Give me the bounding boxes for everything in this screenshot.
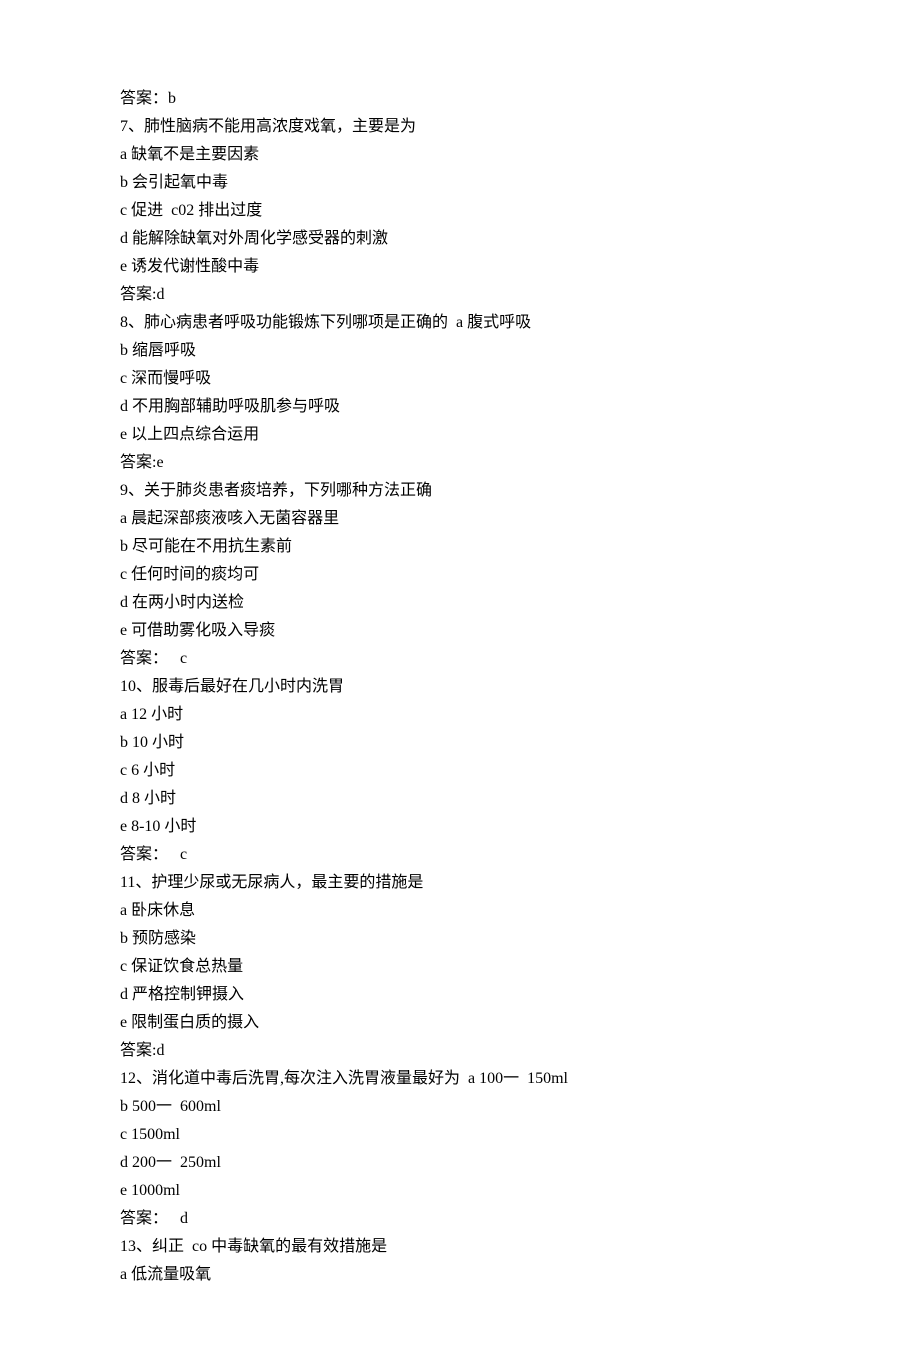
text-line: c 保证饮食总热量: [120, 953, 800, 981]
text-line: b 500一 600ml: [120, 1093, 800, 1121]
text-line: 答案:d: [120, 1037, 800, 1065]
text-line: d 在两小时内送检: [120, 589, 800, 617]
text-line: a 缺氧不是主要因素: [120, 141, 800, 169]
text-line: a 12 小时: [120, 701, 800, 729]
text-line: b 会引起氧中毒: [120, 169, 800, 197]
text-line: 12、消化道中毒后洗胃,每次注入洗胃液量最好为 a 100一 150ml: [120, 1065, 800, 1093]
text-line: d 不用胸部辅助呼吸肌参与呼吸: [120, 393, 800, 421]
text-line: 答案： c: [120, 645, 800, 673]
text-line: 答案： c: [120, 841, 800, 869]
text-line: b 预防感染: [120, 925, 800, 953]
text-line: e 限制蛋白质的摄入: [120, 1009, 800, 1037]
text-line: 13、纠正 co 中毒缺氧的最有效措施是: [120, 1233, 800, 1261]
text-line: c 深而慢呼吸: [120, 365, 800, 393]
text-line: 9、关于肺炎患者痰培养，下列哪种方法正确: [120, 477, 800, 505]
text-line: e 以上四点综合运用: [120, 421, 800, 449]
text-line: a 晨起深部痰液咳入无菌容器里: [120, 505, 800, 533]
text-line: e 1000ml: [120, 1177, 800, 1205]
text-line: 11、护理少尿或无尿病人，最主要的措施是: [120, 869, 800, 897]
text-line: a 低流量吸氧: [120, 1261, 800, 1289]
text-line: c 6 小时: [120, 757, 800, 785]
text-line: d 200一 250ml: [120, 1149, 800, 1177]
text-line: e 可借助雾化吸入导痰: [120, 617, 800, 645]
text-line: d 严格控制钾摄入: [120, 981, 800, 1009]
text-line: b 尽可能在不用抗生素前: [120, 533, 800, 561]
text-line: d 8 小时: [120, 785, 800, 813]
text-line: e 8-10 小时: [120, 813, 800, 841]
text-line: 8、肺心病患者呼吸功能锻炼下列哪项是正确的 a 腹式呼吸: [120, 309, 800, 337]
document-content: 答案：b7、肺性脑病不能用高浓度戏氧，主要是为a 缺氧不是主要因素b 会引起氧中…: [120, 85, 800, 1289]
text-line: 答案:d: [120, 281, 800, 309]
document-page: 答案：b7、肺性脑病不能用高浓度戏氧，主要是为a 缺氧不是主要因素b 会引起氧中…: [0, 0, 920, 1369]
text-line: 10、服毒后最好在几小时内洗胃: [120, 673, 800, 701]
text-line: b 缩唇呼吸: [120, 337, 800, 365]
text-line: 答案:e: [120, 449, 800, 477]
text-line: c 1500ml: [120, 1121, 800, 1149]
text-line: 答案：b: [120, 85, 800, 113]
text-line: d 能解除缺氧对外周化学感受器的刺激: [120, 225, 800, 253]
text-line: 7、肺性脑病不能用高浓度戏氧，主要是为: [120, 113, 800, 141]
text-line: 答案： d: [120, 1205, 800, 1233]
text-line: e 诱发代谢性酸中毒: [120, 253, 800, 281]
text-line: c 促进 c02 排出过度: [120, 197, 800, 225]
text-line: b 10 小时: [120, 729, 800, 757]
text-line: a 卧床休息: [120, 897, 800, 925]
text-line: c 任何时间的痰均可: [120, 561, 800, 589]
